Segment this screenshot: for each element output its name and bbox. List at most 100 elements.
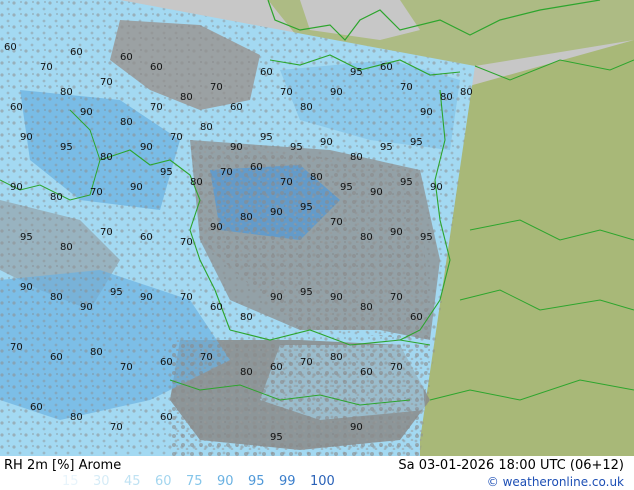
rh-value-label: 60	[10, 102, 23, 113]
rh-value-label: 90	[20, 282, 33, 293]
legend-level: 15	[62, 474, 79, 489]
rh-value-label: 80	[60, 87, 73, 98]
legend-level: 30	[93, 474, 110, 489]
rh-value-label: 95	[260, 132, 273, 143]
color-legend: 15 30 45 60 75 90 95 99 100	[62, 474, 341, 489]
rh-value-label: 90	[430, 182, 443, 193]
rh-value-label: 60	[260, 67, 273, 78]
rh-value-label: 70	[390, 362, 403, 373]
rh-value-label: 90	[140, 292, 153, 303]
rh-value-label: 80	[90, 347, 103, 358]
rh-value-label: 70	[100, 227, 113, 238]
rh-value-label: 70	[220, 167, 233, 178]
rh-value-label: 60	[270, 362, 283, 373]
legend-level: 75	[186, 474, 203, 489]
rh-value-label: 90	[210, 222, 223, 233]
rh-value-label: 80	[120, 117, 133, 128]
rh-value-label: 70	[280, 87, 293, 98]
map-canvas: 60 70 60 60 80 70 60 60 90 80 70 80 70 60 60 70 80 90 95 60…	[0, 0, 634, 456]
map-title: RH 2m [%] Arome	[4, 458, 122, 473]
rh-value-label: 90	[80, 302, 93, 313]
rh-value-label: 80	[60, 242, 73, 253]
rh-value-label: 95	[380, 142, 393, 153]
rh-value-label: 70	[170, 132, 183, 143]
rh-value-label: 60	[360, 367, 373, 378]
rh-value-label: 90	[320, 137, 333, 148]
rh-value-label: 80	[460, 87, 473, 98]
map-footer: RH 2m [%] Arome Sa 03-01-2026 18:00 UTC …	[0, 456, 634, 490]
rh-value-label: 90	[230, 142, 243, 153]
rh-value-label: 90	[390, 227, 403, 238]
rh-value-label: 90	[270, 207, 283, 218]
legend-level: 99	[279, 474, 296, 489]
rh-value-label: 70	[400, 82, 413, 93]
rh-value-label: 95	[270, 432, 283, 443]
rh-value-label: 80	[360, 232, 373, 243]
rh-value-label: 60	[4, 42, 17, 53]
map-valid-time: Sa 03-01-2026 18:00 UTC (06+12)	[398, 458, 624, 473]
rh-value-label: 90	[350, 422, 363, 433]
rh-value-label: 95	[300, 202, 313, 213]
rh-value-label: 70	[180, 292, 193, 303]
rh-value-label: 60	[120, 52, 133, 63]
rh-value-label: 80	[350, 152, 363, 163]
rh-value-label: 60	[150, 62, 163, 73]
rh-value-label: 60	[210, 302, 223, 313]
rh-value-label: 70	[40, 62, 53, 73]
copyright-icon: ©	[486, 475, 499, 489]
rh-value-label: 90	[10, 182, 23, 193]
credit-link[interactable]: weatheronline.co.uk	[503, 475, 624, 489]
rh-value-label: 70	[120, 362, 133, 373]
rh-value-label: 60	[30, 402, 43, 413]
rh-value-label: 80	[50, 292, 63, 303]
rh-value-label: 60	[140, 232, 153, 243]
rh-value-label: 70	[10, 342, 23, 353]
rh-value-label: 80	[440, 92, 453, 103]
rh-value-label: 95	[20, 232, 33, 243]
rh-value-label: 70	[90, 187, 103, 198]
rh-value-label: 80	[330, 352, 343, 363]
rh-value-label: 80	[180, 92, 193, 103]
rh-value-label: 70	[180, 237, 193, 248]
rh-value-label: 80	[70, 412, 83, 423]
rh-value-label: 80	[360, 302, 373, 313]
rh-value-label: 90	[80, 107, 93, 118]
rh-value-label: 80	[190, 177, 203, 188]
rh-value-label: 80	[310, 172, 323, 183]
rh-value-label: 60	[160, 412, 173, 423]
rh-value-label: 60	[250, 162, 263, 173]
rh-value-label: 60	[160, 357, 173, 368]
rh-value-label: 95	[400, 177, 413, 188]
rh-value-label: 95	[300, 287, 313, 298]
legend-level: 60	[155, 474, 172, 489]
legend-level: 95	[248, 474, 265, 489]
legend-level: 90	[217, 474, 234, 489]
rh-value-label: 95	[350, 67, 363, 78]
rh-value-label: 80	[100, 152, 113, 163]
rh-value-label: 95	[420, 232, 433, 243]
rh-value-label: 60	[50, 352, 63, 363]
rh-value-label: 80	[240, 367, 253, 378]
legend-level: 100	[310, 474, 335, 489]
rh-value-label: 90	[420, 107, 433, 118]
rh-value-label: 90	[20, 132, 33, 143]
rh-value-label: 90	[370, 187, 383, 198]
rh-value-label: 90	[330, 292, 343, 303]
rh-value-label: 80	[300, 102, 313, 113]
rh-value-label: 95	[340, 182, 353, 193]
rh-value-label: 80	[240, 312, 253, 323]
rh-value-label: 70	[300, 357, 313, 368]
rh-value-label: 60	[380, 62, 393, 73]
rh-value-label: 70	[150, 102, 163, 113]
rh-value-label: 80	[50, 192, 63, 203]
rh-value-label: 90	[130, 182, 143, 193]
credit[interactable]: © weatheronline.co.uk	[487, 475, 624, 489]
rh-value-label: 70	[110, 422, 123, 433]
rh-value-label: 80	[240, 212, 253, 223]
rh-value-label: 90	[270, 292, 283, 303]
rh-value-label: 60	[70, 47, 83, 58]
rh-value-label: 70	[390, 292, 403, 303]
rh-value-label: 95	[410, 137, 423, 148]
rh-value-label: 70	[210, 82, 223, 93]
rh-value-label: 95	[110, 287, 123, 298]
